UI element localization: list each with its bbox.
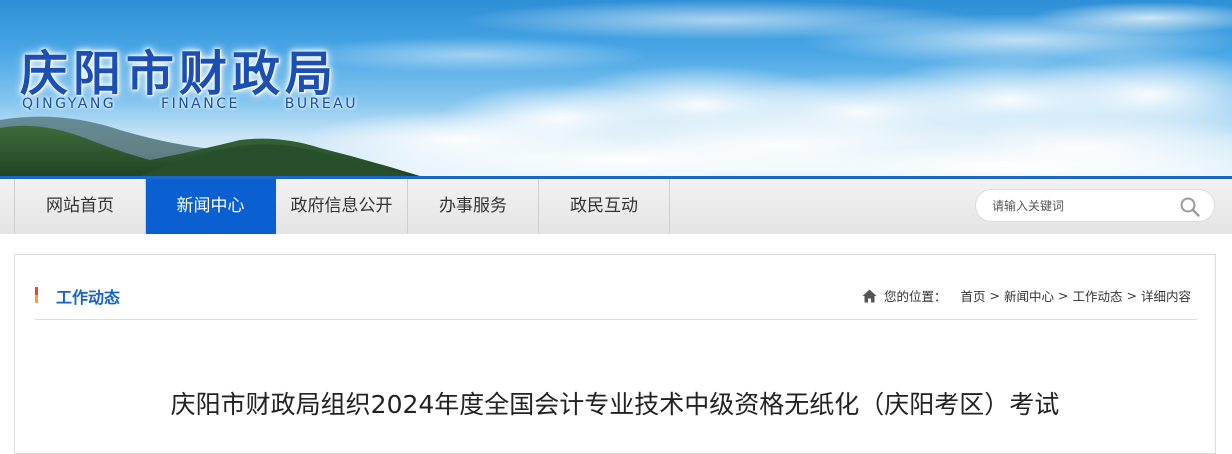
breadcrumb-work-news[interactable]: 工作动态 — [1072, 286, 1122, 305]
breadcrumb-separator: > — [1058, 288, 1069, 303]
section-title: 工作动态 — [56, 288, 121, 307]
breadcrumb-home[interactable]: 首页 — [960, 286, 985, 305]
logo-en-word: BUREAU — [284, 96, 358, 112]
home-icon — [862, 289, 877, 302]
site-logo-title[interactable]: 庆阳市财政局 — [20, 34, 338, 104]
content-panel: 工作动态 您的位置： 首页 > 新闻中心 > 工作动态 > 详细内容 庆阳市财政… — [14, 254, 1216, 454]
breadcrumb-news[interactable]: 新闻中心 — [1004, 286, 1054, 305]
search-box — [975, 189, 1215, 222]
logo-en-word: QINGYANG — [22, 96, 117, 112]
header-banner: 庆阳市财政局 QINGYANG FINANCE BUREAU — [0, 0, 1232, 176]
logo-en-word: FINANCE — [161, 96, 240, 112]
breadcrumb-separator: > — [989, 288, 1000, 303]
nav-item-news[interactable]: 新闻中心 — [146, 179, 276, 234]
article-title: 庆阳市财政局组织2024年度全国会计专业技术中级资格无纸化（庆阳考区）考试 — [170, 390, 1060, 419]
breadcrumb-label: 您的位置： — [883, 289, 947, 304]
nav-item-home[interactable]: 网站首页 — [14, 179, 146, 234]
search-icon[interactable] — [1179, 196, 1201, 218]
header-divider — [35, 319, 1197, 320]
section-marker — [35, 287, 38, 303]
breadcrumb: 您的位置： 首页 > 新闻中心 > 工作动态 > 详细内容 — [862, 286, 1191, 305]
breadcrumb-separator: > — [1126, 288, 1137, 303]
site-logo-subtitle: QINGYANG FINANCE BUREAU — [22, 96, 358, 112]
search-input[interactable] — [992, 196, 1172, 216]
breadcrumb-detail[interactable]: 详细内容 — [1141, 286, 1191, 305]
nav-item-interaction[interactable]: 政民互动 — [539, 179, 670, 234]
nav-item-services[interactable]: 办事服务 — [408, 179, 539, 234]
nav-item-gov-info[interactable]: 政府信息公开 — [276, 179, 408, 234]
